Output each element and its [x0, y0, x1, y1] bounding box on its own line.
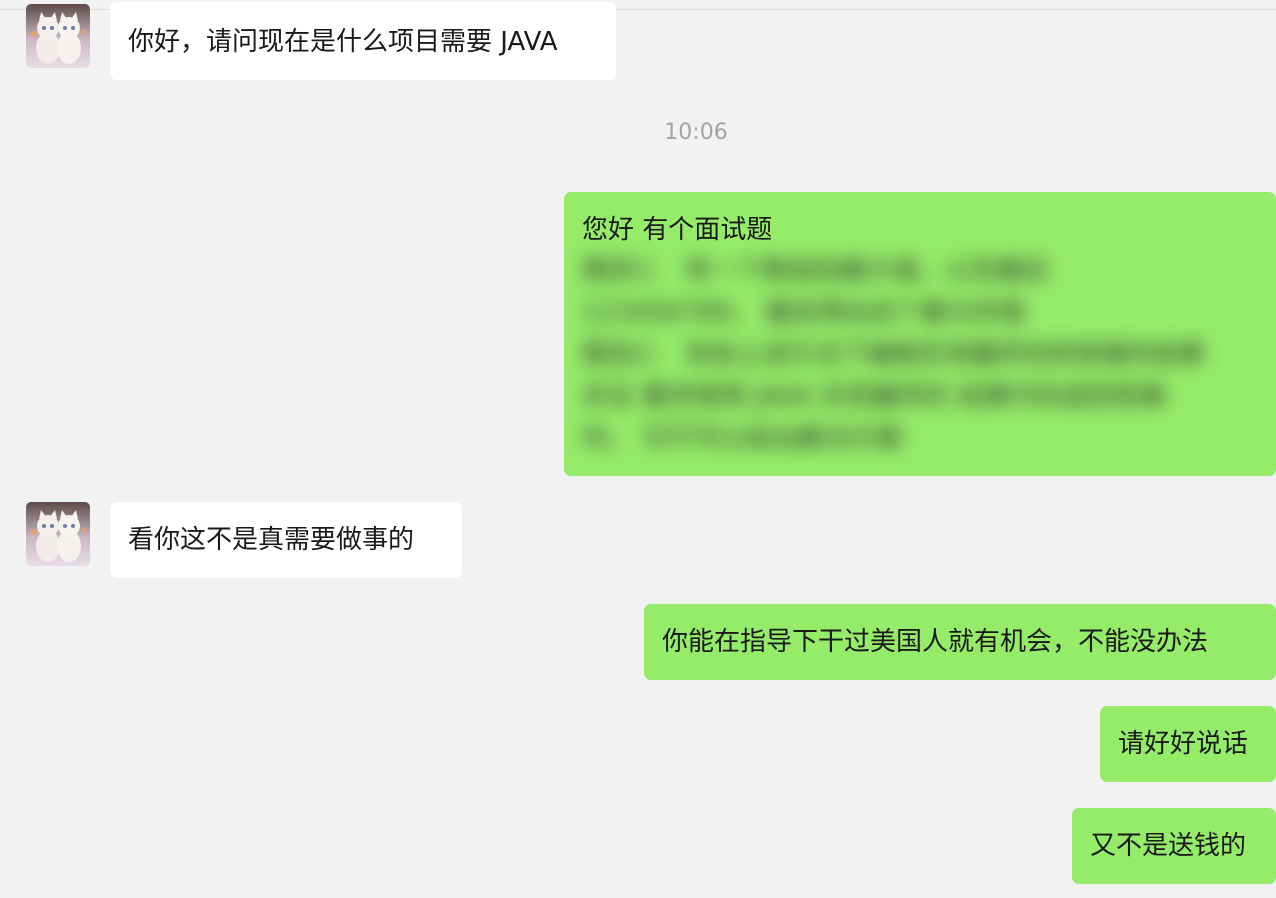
- redacted-line: 并且 要求使用 JAVA 实现最终的 结果代码返回答案: [582, 382, 1167, 412]
- outgoing-message[interactable]: 您好 有个面试题 题目1： 有一个数组找最大值，以及最后 123456789， …: [564, 192, 1276, 476]
- incoming-message[interactable]: 看你这不是真需要做事的: [110, 502, 462, 578]
- redacted-line: 题目1： 有一个数组找最大值，以及最后: [582, 256, 1049, 286]
- redacted-line: 题目2： 有如上述方法下编程实现最终找到答案的结果: [582, 340, 1205, 370]
- message-text: 请好好说话: [1118, 729, 1249, 759]
- message-text: 看你这不是真需要做事的: [128, 525, 415, 555]
- message-text: 你能在指导下干过美国人就有机会，不能没办法: [662, 627, 1209, 657]
- message-text: 你好，请问现在是什么项目需要 JAVA: [128, 27, 558, 57]
- kittens-avatar-icon: [26, 4, 90, 68]
- contact-avatar[interactable]: [26, 502, 90, 566]
- outgoing-message[interactable]: 请好好说话: [1100, 706, 1276, 782]
- message-text: 又不是送钱的: [1090, 831, 1247, 861]
- contact-avatar[interactable]: [26, 4, 90, 68]
- redacted-line: 123456789， 最后得出这个最大的值: [582, 298, 1026, 328]
- incoming-message[interactable]: 你好，请问现在是什么项目需要 JAVA: [110, 2, 616, 80]
- redacted-content: 题目1： 有一个数组找最大值，以及最后 123456789， 最后得出这个最大的…: [582, 250, 1258, 460]
- redacted-line: 吗， 可不可以给出解决方案: [582, 424, 903, 454]
- outgoing-message[interactable]: 又不是送钱的: [1072, 808, 1276, 884]
- message-timestamp: 10:06: [664, 120, 728, 145]
- kittens-avatar-icon: [26, 502, 90, 566]
- message-text: 您好 有个面试题: [582, 215, 773, 245]
- outgoing-message[interactable]: 你能在指导下干过美国人就有机会，不能没办法: [644, 604, 1276, 680]
